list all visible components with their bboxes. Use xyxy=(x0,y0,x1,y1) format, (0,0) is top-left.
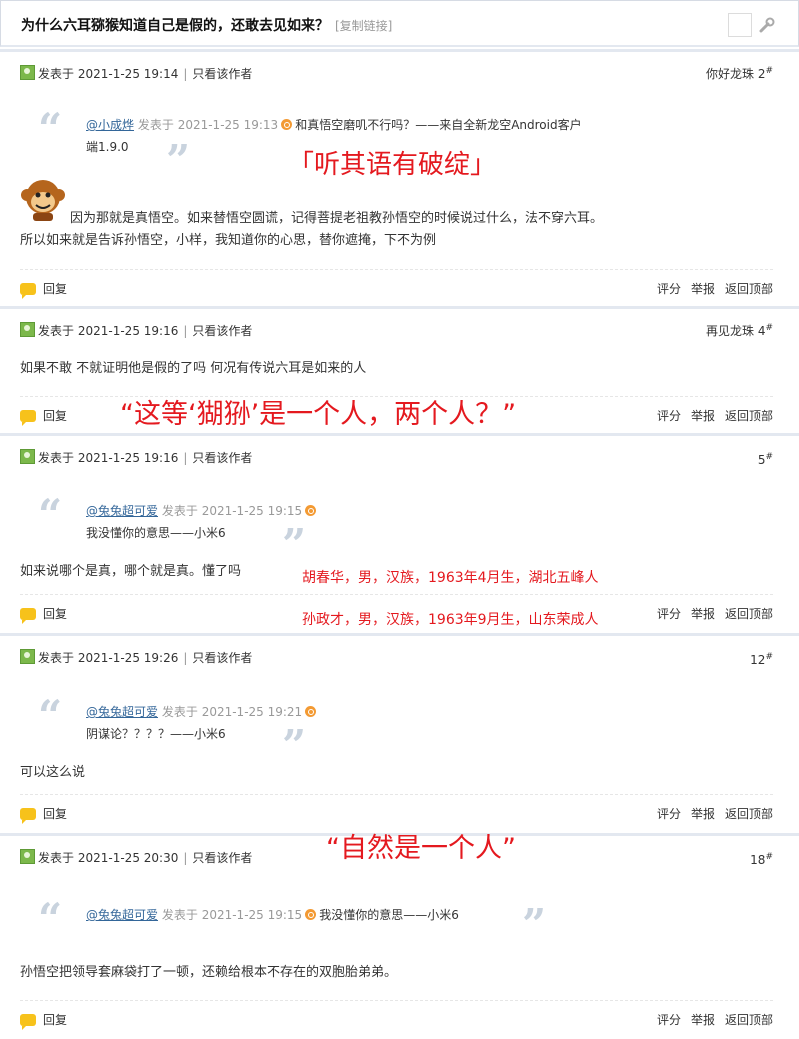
thread-title-text: 为什么六耳猕猴知道自己是假的，还敢去见如来？ xyxy=(21,18,329,34)
post-footer: 回复 评分 举报 返回顶部 xyxy=(20,1000,773,1030)
post-date: 2021-1-25 20:30 xyxy=(77,851,179,865)
post-body: 可以这么说 xyxy=(20,765,86,780)
back-arrow-icon[interactable] xyxy=(305,706,317,717)
overlay-caption-e: “自然是一个人” xyxy=(326,833,516,864)
rate-button[interactable]: 评分 xyxy=(657,409,681,423)
quote-date: 2021-1-25 19:15 xyxy=(201,908,303,922)
quote-date: 2021-1-25 19:13 xyxy=(177,118,279,132)
post-body: 如果不敢 不就证明他是假的了吗 何况有传说六耳是如来的人 xyxy=(20,361,367,376)
thread-header: 为什么六耳猕猴知道自己是假的，还敢去见如来？ [复制链接] xyxy=(0,0,799,47)
quote-date: 2021-1-25 19:15 xyxy=(201,504,303,518)
quote-text: @兔兔超可爱 发表于 2021-1-25 19:15 我没懂你的意思——小米6 xyxy=(86,908,459,922)
copy-link[interactable]: [复制链接] xyxy=(335,19,392,33)
back-to-top-button[interactable]: 返回顶部 xyxy=(725,807,773,821)
report-button[interactable]: 举报 xyxy=(691,282,715,296)
back-to-top-button[interactable]: 返回顶部 xyxy=(725,409,773,423)
reply-bubble-icon xyxy=(20,410,36,426)
back-to-top-button[interactable]: 返回顶部 xyxy=(725,1013,773,1027)
back-arrow-icon[interactable] xyxy=(305,909,317,920)
back-to-top-button[interactable]: 返回顶部 xyxy=(725,282,773,296)
reply-bubble-icon xyxy=(20,1014,36,1030)
quote-close-icon: ” xyxy=(166,136,191,185)
report-button[interactable]: 举报 xyxy=(691,1013,715,1027)
user-icon[interactable] xyxy=(20,449,35,464)
floor-label[interactable]: 18# xyxy=(750,852,773,867)
only-author-link[interactable]: 只看该作者 xyxy=(192,67,252,81)
only-author-link[interactable]: 只看该作者 xyxy=(192,851,252,865)
quote-close-icon: ” xyxy=(282,721,307,770)
wrench-icon[interactable] xyxy=(758,16,776,34)
user-icon[interactable] xyxy=(20,849,35,864)
post-body: 孙悟空把领导套麻袋打了一顿，还赖给根本不存在的双胞胎弟弟。 xyxy=(20,965,398,980)
posted-label: 发表于 xyxy=(38,67,75,81)
quote-author-link[interactable]: @兔兔超可爱 xyxy=(86,504,158,518)
quote-open-icon: “ xyxy=(38,691,63,740)
post-date: 2021-1-25 19:14 xyxy=(77,67,179,81)
only-author-link[interactable]: 只看该作者 xyxy=(192,324,252,338)
reply-bubble-icon xyxy=(20,608,36,624)
quote-author-link[interactable]: @兔兔超可爱 xyxy=(86,908,158,922)
post-body: 因为那就是真悟空。如来替悟空圆谎，记得菩提老祖教孙悟空的时候说过什么，法不穿六耳… xyxy=(70,211,604,226)
post-date: 2021-1-25 19:16 xyxy=(77,451,179,465)
rate-button[interactable]: 评分 xyxy=(657,607,681,621)
post-body: 如来说哪个是真，哪个就是真。懂了吗 xyxy=(20,564,242,579)
report-button[interactable]: 举报 xyxy=(691,409,715,423)
floor-label[interactable]: 再见龙珠 4# xyxy=(706,322,773,339)
overlay-caption-a: 「听其语有破绽」 xyxy=(288,150,497,180)
user-icon[interactable] xyxy=(20,649,35,664)
report-button[interactable]: 举报 xyxy=(691,807,715,821)
post-footer: 回复 评分 举报 返回顶部 xyxy=(20,269,773,299)
post-date: 2021-1-25 19:26 xyxy=(77,651,179,665)
quote-open-icon: “ xyxy=(38,894,63,943)
quote-author-link[interactable]: @兔兔超可爱 xyxy=(86,705,158,719)
post-date: 2021-1-25 19:16 xyxy=(77,324,179,338)
post-meta: 发表于 2021-1-25 19:16 | 只看该作者 5# xyxy=(20,449,773,467)
floor-label[interactable]: 12# xyxy=(750,652,773,667)
quote-block: “ @兔兔超可爱 发表于 2021-1-25 19:15 我没懂你的意思——小米6… xyxy=(38,898,678,949)
user-icon[interactable] xyxy=(20,65,35,80)
overlay-caption-c: 胡春华，男，汉族，1963年4月生，湖北五峰人 xyxy=(302,570,599,586)
report-button[interactable]: 举报 xyxy=(691,607,715,621)
quote-open-icon: “ xyxy=(38,104,63,153)
user-icon[interactable] xyxy=(20,322,35,337)
overlay-caption-b: “这等‘猢狲’是一个人，两个人？” xyxy=(120,399,517,430)
quote-block: “ @兔兔超可爱 发表于 2021-1-25 19:15 我没懂你的意思——小米… xyxy=(38,494,678,566)
back-arrow-icon[interactable] xyxy=(281,119,293,130)
quote-author-link[interactable]: @小成烨 xyxy=(86,118,134,132)
quote-block: “ @兔兔超可爱 发表于 2021-1-25 19:21 阴谋论？？？？——小米… xyxy=(38,695,678,767)
reply-button[interactable]: 回复 xyxy=(20,1011,67,1030)
thread-title: 为什么六耳猕猴知道自己是假的，还敢去见如来？ [复制链接] xyxy=(21,15,392,35)
overlay-caption-d: 孙政才，男，汉族，1963年9月生，山东荣成人 xyxy=(302,612,599,628)
monkey-emoji-icon xyxy=(21,180,65,221)
post-floor-5: 发表于 2021-1-25 19:16 | 只看该作者 5# “ @兔兔超可爱 发表… xyxy=(0,433,799,632)
rate-button[interactable]: 评分 xyxy=(657,1013,681,1027)
post-footer: 回复 评分 举报 返回顶部 xyxy=(20,794,773,824)
reply-bubble-icon xyxy=(20,283,36,299)
reply-button[interactable]: 回复 xyxy=(20,280,67,299)
quote-date: 2021-1-25 19:21 xyxy=(201,705,303,719)
reply-button[interactable]: 回复 xyxy=(20,805,67,824)
back-arrow-icon[interactable] xyxy=(305,505,317,516)
reply-button[interactable]: 回复 xyxy=(20,407,67,426)
floor-label[interactable]: 5# xyxy=(758,452,773,467)
post-meta: 发表于 2021-1-25 19:16 | 只看该作者 再见龙珠 4# xyxy=(20,322,773,340)
rate-button[interactable]: 评分 xyxy=(657,807,681,821)
quote-close-icon: ” xyxy=(522,900,547,949)
reply-bubble-icon xyxy=(20,808,36,824)
back-to-top-button[interactable]: 返回顶部 xyxy=(725,607,773,621)
quote-close-icon: ” xyxy=(282,520,307,569)
quote-open-icon: “ xyxy=(38,490,63,539)
post-body: 所以如来就是告诉孙悟空，小样，我知道你的心思，替你遮掩，下不为例 xyxy=(20,233,437,248)
post-floor-12: 发表于 2021-1-25 19:26 | 只看该作者 12# “ @兔兔超可爱 发… xyxy=(0,633,799,831)
reply-button[interactable]: 回复 xyxy=(20,605,67,624)
rate-button[interactable]: 评分 xyxy=(657,282,681,296)
only-author-link[interactable]: 只看该作者 xyxy=(192,451,252,465)
post-meta: 发表于 2021-1-25 19:26 | 只看该作者 12# xyxy=(20,649,773,667)
only-author-link[interactable]: 只看该作者 xyxy=(192,651,252,665)
floor-label[interactable]: 你好龙珠 2# xyxy=(706,65,773,82)
header-checkbox[interactable] xyxy=(728,13,752,37)
post-meta: 发表于 2021-1-25 19:14 | 只看该作者 你好龙珠 2# xyxy=(20,65,773,83)
